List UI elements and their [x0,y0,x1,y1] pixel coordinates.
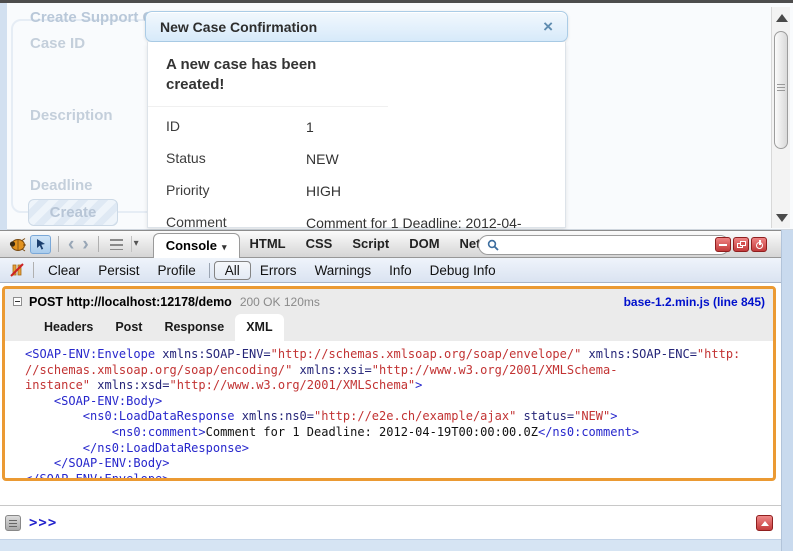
detach-window-button[interactable] [733,237,749,252]
dialog-row-label: ID [166,118,306,136]
caret-down-icon[interactable]: ▾ [131,236,145,252]
firebug-menu-icon[interactable] [110,239,123,250]
console-log-area: POST http://localhost:12178/demo 200 OK … [0,283,781,536]
new-case-confirmation-dialog: New Case Confirmation × A new case has b… [145,11,568,228]
request-method-url: POST http://localhost:12178/demo [29,295,232,309]
page-area: Create Support Ca Case ID Description Dead… [0,3,793,230]
firebug-tab-script[interactable]: Script [342,230,399,258]
firebug-icon[interactable] [8,237,26,252]
dialog-title: New Case Confirmation [160,19,317,35]
request-tab-xml[interactable]: XML [235,314,283,341]
request-detail-tabs: HeadersPostResponseXML [5,314,773,341]
minimize-icon [719,244,727,246]
firebug-tab-html[interactable]: HTML [240,230,296,258]
search-box[interactable] [478,235,730,255]
request-tab-headers[interactable]: Headers [33,314,104,341]
network-request-entry: POST http://localhost:12178/demo 200 OK … [2,286,776,481]
dialog-row-value: NEW [306,150,339,168]
firebug-window-buttons [715,237,767,252]
xml-line: instance" xmlns:xsd="http://www.w3.org/2… [25,378,773,394]
xml-line: </SOAP-ENV:Envelope> [25,472,773,481]
back-icon[interactable]: ‹ [64,235,78,254]
firebug-tab-console[interactable]: Console▾ [153,233,240,258]
command-line-row: >>> [0,505,781,539]
status-strip [0,539,781,551]
console-toolbar: ClearPersistProfile AllErrorsWarningsInfo… [0,258,781,283]
close-icon[interactable]: × [543,18,553,35]
console-filter-buttons: ClearPersistProfile AllErrorsWarningsInfo… [39,261,505,280]
dialog-row-label: Status [166,150,306,168]
scroll-up-icon[interactable] [776,14,788,22]
firebug-panel: ‹ › ▾ Console▾HTMLCSSScriptDOMNet [0,230,793,551]
scrollbar-grip [777,84,785,93]
scroll-down-icon[interactable] [776,214,788,222]
dialog-row: ID1 [166,111,565,143]
forward-icon[interactable]: › [78,235,92,254]
source-link[interactable]: base-1.2.min.js (line 845) [624,295,765,309]
request-tab-response[interactable]: Response [153,314,235,341]
request-tab-post[interactable]: Post [104,314,153,341]
form-legend: Create Support Ca [30,9,162,26]
dialog-row: StatusNEW [166,143,565,175]
dialog-row: PriorityHIGH [166,175,565,207]
minimize-button[interactable] [715,237,731,252]
dialog-titlebar[interactable]: New Case Confirmation × [145,11,568,42]
toolbar-separator [209,263,210,278]
xml-line: <SOAP-ENV:Body> [25,394,773,410]
collapse-icon[interactable] [13,297,22,306]
console-filter-clear[interactable]: Clear [39,261,89,280]
toolbar-separator [98,236,99,252]
app-window: Create Support Ca Case ID Description Dead… [0,0,793,551]
power-icon-line [759,240,761,245]
form-label-deadline: Deadline [30,177,93,194]
console-filter-warnings[interactable]: Warnings [306,261,381,280]
close-firebug-button[interactable] [751,237,767,252]
firebug-tab-dom[interactable]: DOM [399,230,449,258]
firebug-tab-css[interactable]: CSS [296,230,343,258]
create-button[interactable]: Create [28,199,118,226]
command-line-menu-icon[interactable] [5,515,21,531]
console-filter-all[interactable]: All [214,261,251,280]
form-label-case-id: Case ID [30,35,85,52]
toolbar-separator [58,236,59,252]
page-scrollbar[interactable] [771,7,790,228]
request-status: 200 OK 120ms [240,295,320,309]
request-summary-row[interactable]: POST http://localhost:12178/demo 200 OK … [5,289,773,314]
xml-line: <ns0:LoadDataResponse xmlns:ns0="http://… [25,409,773,425]
xml-line: </ns0:LoadDataResponse> [25,441,773,457]
console-filter-profile[interactable]: Profile [149,261,205,280]
command-prompt[interactable]: >>> [29,515,57,531]
toolbar-separator [33,262,34,278]
page-left-margin [0,3,7,230]
xml-line: </SOAP-ENV:Body> [25,456,773,472]
scrollbar-thumb[interactable] [774,31,788,149]
console-filter-info[interactable]: Info [380,261,421,280]
xml-line: <ns0:comment>Comment for 1 Deadline: 201… [25,425,773,441]
search-icon [487,239,499,251]
dialog-row-value: HIGH [306,182,341,200]
xml-line: //schemas.xmlsoap.org/soap/encoding/" xm… [25,363,773,379]
form-label-description: Description [30,107,113,124]
dialog-row-label: Priority [166,182,306,200]
dialog-row-value: 1 [306,118,314,136]
detach-icon-overlay [740,241,746,246]
firebug-tabs: Console▾HTMLCSSScriptDOMNet [153,230,491,258]
console-filter-errors[interactable]: Errors [251,261,306,280]
console-filter-debug-info[interactable]: Debug Info [421,261,505,280]
search-input[interactable] [504,238,721,252]
xml-line: <SOAP-ENV:Envelope xmlns:SOAP-ENV="http:… [25,347,773,363]
xml-response-view: <SOAP-ENV:Envelope xmlns:SOAP-ENV="http:… [5,341,773,481]
break-on-errors-icon[interactable] [9,262,25,278]
inspect-element-icon[interactable] [30,235,51,254]
dialog-body: A new case has been created! ID1StatusNE… [147,42,566,228]
firebug-main-toolbar: ‹ › ▾ Console▾HTMLCSSScriptDOMNet [0,230,781,258]
console-filter-persist[interactable]: Persist [89,261,148,280]
caret-down-icon: ▾ [222,242,227,252]
panel-right-margin [781,230,793,551]
dialog-message: A new case has been created! [148,42,388,107]
expand-command-editor-button[interactable] [756,515,773,531]
